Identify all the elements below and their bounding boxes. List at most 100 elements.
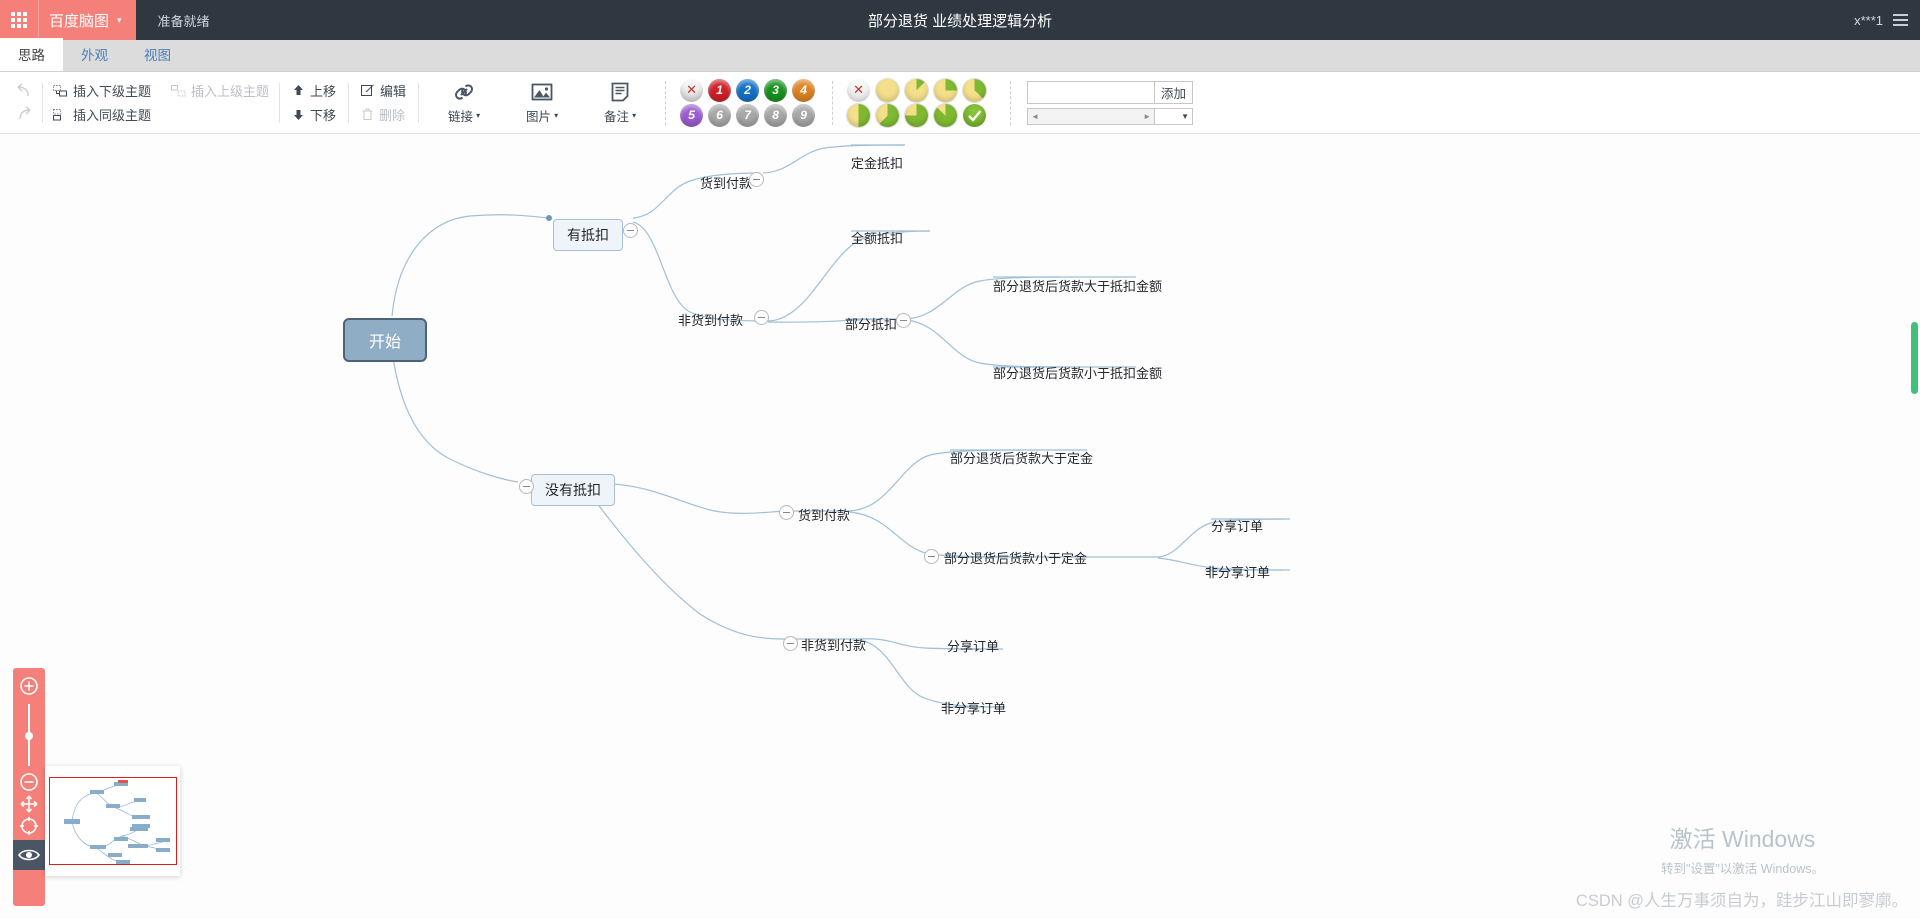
- mindmap-node[interactable]: 货到付款: [700, 173, 752, 192]
- mindmap-node[interactable]: 分享订单: [1211, 516, 1263, 535]
- tab-shitu[interactable]: 视图: [126, 38, 189, 71]
- insert-sibling-icon: [53, 108, 61, 120]
- link-icon: [455, 84, 474, 100]
- progress-100-button[interactable]: [963, 103, 987, 127]
- insert-parent-topic-button[interactable]: 插入上级主题: [171, 81, 269, 100]
- mindmap-node[interactable]: 定金抵扣: [851, 153, 903, 172]
- collapse-toggle-icon[interactable]: [779, 505, 794, 520]
- collapse-toggle-icon[interactable]: [749, 172, 764, 187]
- priority-4-button[interactable]: 4: [792, 78, 816, 102]
- link-button[interactable]: 链接 ▾: [435, 80, 493, 125]
- progress-62-button[interactable]: [876, 103, 900, 127]
- insert-child-icon: [53, 84, 67, 96]
- priority-3-button[interactable]: 3: [764, 78, 788, 102]
- priority-2-button[interactable]: 2: [736, 78, 760, 102]
- move-up-button[interactable]: 上移: [292, 81, 336, 100]
- mindmap-canvas[interactable]: 开始 有抵扣 货到付款 定金抵扣 非货到付款 全额抵扣 部分抵扣 部分退货后货款大于抵扣金额部…: [0, 134, 1920, 919]
- insert-parent-topic-label: 插入上级主题: [191, 84, 270, 99]
- hamburger-icon[interactable]: [1893, 14, 1908, 26]
- collapse-toggle-icon[interactable]: [623, 223, 638, 238]
- undo-redo-group: [6, 83, 42, 122]
- priority-6-button[interactable]: 6: [708, 103, 732, 127]
- mindmap-node[interactable]: 分享订单: [947, 636, 999, 655]
- insert-parent-icon: [171, 84, 186, 96]
- move-up-label: 上移: [310, 84, 337, 99]
- move-down-button[interactable]: 下移: [292, 105, 336, 124]
- scroll-right-arrow-icon[interactable]: ►: [1143, 112, 1151, 121]
- move-icon[interactable]: [19, 794, 39, 814]
- resource-select[interactable]: ▼: [1155, 107, 1194, 125]
- add-button[interactable]: 添加: [1155, 80, 1194, 104]
- zoom-slider-knob[interactable]: [25, 732, 33, 740]
- minimap-panel[interactable]: [45, 766, 180, 876]
- priority-1-button[interactable]: 1: [708, 78, 732, 102]
- priority-5-button[interactable]: 5: [680, 103, 704, 127]
- vertical-scrollbar-thumb[interactable]: [1911, 322, 1918, 394]
- note-button[interactable]: 备注 ▾: [591, 80, 649, 125]
- chevron-down-icon: ▼: [1181, 111, 1190, 121]
- scroll-left-arrow-icon[interactable]: ◄: [1031, 112, 1039, 121]
- delete-button[interactable]: 删除: [361, 105, 406, 124]
- priority-badge-group: ✕ 1 2 3 4 5 6 7 8 9: [680, 78, 818, 127]
- mindmap-node[interactable]: 全额抵扣: [851, 228, 903, 247]
- mindmap-node[interactable]: 没有抵扣: [531, 474, 615, 506]
- mindmap-node[interactable]: 非分享订单: [1205, 562, 1270, 581]
- mindmap-nodes: 开始 有抵扣 货到付款 定金抵扣 非货到付款 全额抵扣 部分抵扣 部分退货后货款大于抵扣金额部…: [0, 134, 1920, 919]
- resource-input[interactable]: [1027, 80, 1156, 104]
- app-root: 百度脑图 ▾ 准备就绪 部分退货 业绩处理逻辑分析 x***1 思路 外观 视图: [0, 0, 1920, 919]
- resource-add-group: 添加 ◄ ► ▼: [1027, 80, 1194, 125]
- move-down-label: 下移: [310, 108, 337, 123]
- mindmap-node[interactable]: 部分退货后货款大于抵扣金额: [993, 276, 1162, 295]
- progress-12-button[interactable]: [905, 78, 929, 102]
- zoom-out-icon[interactable]: [19, 772, 39, 792]
- redo-icon[interactable]: [14, 106, 34, 122]
- document-title: 部分退货 业绩处理逻辑分析: [867, 12, 1053, 30]
- mindmap-node[interactable]: 部分退货后货款小于抵扣金额: [993, 363, 1162, 382]
- mindmap-node[interactable]: 非货到付款: [678, 310, 743, 329]
- priority-8-button[interactable]: 8: [764, 103, 788, 127]
- brand-label: 百度脑图: [49, 12, 110, 30]
- collapse-toggle-icon[interactable]: [783, 636, 798, 651]
- insert-child-topic-button[interactable]: 插入下级主题: [53, 81, 151, 100]
- edit-group: 编辑 删除: [349, 81, 418, 124]
- center-icon[interactable]: [19, 816, 39, 836]
- progress-37-button[interactable]: [963, 78, 987, 102]
- trash-icon: [362, 108, 373, 120]
- edit-button[interactable]: 编辑: [361, 81, 406, 100]
- undo-icon[interactable]: [14, 83, 34, 99]
- progress-0-button[interactable]: [876, 78, 900, 102]
- tab-siliu[interactable]: 思路: [0, 38, 63, 71]
- collapse-toggle-icon[interactable]: [754, 310, 769, 325]
- mindmap-node[interactable]: 部分退货后货款小于定金: [944, 548, 1087, 567]
- brand-menu[interactable]: 百度脑图 ▾: [38, 0, 136, 40]
- progress-50-button[interactable]: [847, 103, 871, 127]
- top-bar: 百度脑图 ▾ 准备就绪 部分退货 业绩处理逻辑分析 x***1: [0, 0, 1920, 40]
- progress-25-button[interactable]: [934, 78, 958, 102]
- collapse-toggle-icon[interactable]: [924, 549, 939, 564]
- mindmap-node[interactable]: 部分退货后货款大于定金: [950, 448, 1093, 467]
- tab-waiguan[interactable]: 外观: [63, 38, 126, 71]
- eye-icon[interactable]: [13, 840, 45, 870]
- grid-apps-icon[interactable]: [0, 0, 38, 40]
- image-button[interactable]: 图片 ▾: [513, 80, 571, 125]
- priority-none-button[interactable]: ✕: [680, 78, 704, 102]
- resource-scrollbar[interactable]: ◄ ►: [1027, 107, 1156, 125]
- mindmap-root-node[interactable]: 开始: [343, 318, 428, 362]
- minimap-viewport[interactable]: [48, 777, 177, 865]
- priority-7-button[interactable]: 7: [736, 103, 760, 127]
- progress-none-button[interactable]: ✕: [847, 78, 871, 102]
- progress-75-button[interactable]: [905, 103, 929, 127]
- user-name[interactable]: x***1: [1854, 13, 1883, 28]
- mindmap-node[interactable]: 货到付款: [798, 505, 850, 524]
- collapse-toggle-icon[interactable]: [896, 313, 911, 328]
- insert-sibling-topic-button[interactable]: 插入同级主题: [53, 105, 151, 124]
- zoom-in-icon[interactable]: [19, 676, 39, 696]
- priority-9-button[interactable]: 9: [792, 103, 816, 127]
- mindmap-node[interactable]: 非分享订单: [941, 698, 1006, 717]
- progress-87-button[interactable]: [934, 103, 958, 127]
- zoom-slider[interactable]: [25, 704, 33, 766]
- collapse-toggle-icon[interactable]: [519, 479, 534, 494]
- mindmap-node[interactable]: 有抵扣: [553, 219, 623, 251]
- mindmap-node[interactable]: 部分抵扣: [845, 314, 897, 333]
- mindmap-node[interactable]: 非货到付款: [801, 635, 866, 654]
